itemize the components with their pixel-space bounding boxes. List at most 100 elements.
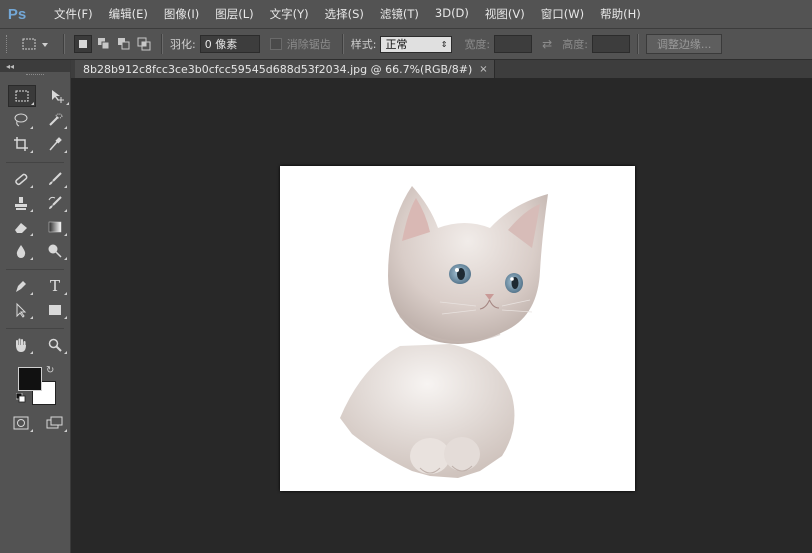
refine-edge-button[interactable]: 调整边缘... [645, 34, 723, 54]
hand-tool[interactable] [8, 335, 34, 355]
menu-bar: Ps 文件(F) 编辑(E) 图像(I) 图层(L) 文字(Y) 选择(S) 滤… [0, 0, 812, 29]
gradient-icon [48, 221, 62, 233]
intersect-selection-button[interactable] [136, 36, 152, 52]
ps-logo: Ps [7, 5, 27, 23]
menu-help[interactable]: 帮助(H) [592, 6, 649, 22]
blur-tool[interactable] [8, 241, 34, 261]
quick-mask-icon [13, 416, 29, 430]
new-selection-icon [79, 40, 87, 48]
new-selection-button[interactable] [74, 35, 92, 53]
document-tabbar: 8b28b912c8fcc3ce3b0cfcc59545d688d53f2034… [71, 60, 812, 78]
menu-image[interactable]: 图像(I) [156, 6, 207, 22]
menu-file[interactable]: 文件(F) [46, 6, 101, 22]
crop-tool[interactable] [8, 134, 34, 154]
divider [6, 322, 64, 329]
width-label: 宽度: [464, 38, 491, 51]
document-title: 8b28b912c8fcc3ce3b0cfcc59545d688d53f2034… [83, 62, 473, 76]
close-icon[interactable]: × [479, 64, 487, 75]
feather-input[interactable]: 0 像素 [199, 35, 260, 53]
menu-type[interactable]: 文字(Y) [262, 6, 317, 22]
swap-colors-icon[interactable]: ↻ [46, 365, 54, 376]
move-tool[interactable] [44, 86, 70, 106]
zoom-tool[interactable] [42, 335, 68, 355]
height-input[interactable] [591, 35, 630, 53]
options-grip[interactable] [6, 35, 10, 53]
toolbox: ◂◂ T ↻ [0, 60, 71, 553]
feather-label: 羽化: [170, 38, 196, 51]
antialias-checkbox[interactable] [269, 38, 282, 50]
intersect-selection-icon [137, 37, 151, 51]
path-selection-icon [16, 302, 27, 318]
width-input[interactable] [494, 35, 533, 53]
gradient-tool[interactable] [42, 217, 68, 237]
lasso-tool[interactable] [8, 110, 34, 130]
default-colors-icon[interactable] [16, 393, 26, 403]
type-tool[interactable]: T [42, 276, 68, 296]
menu-view[interactable]: 视图(V) [477, 6, 533, 22]
crop-icon [14, 137, 28, 151]
main-menu: 文件(F) 编辑(E) 图像(I) 图层(L) 文字(Y) 选择(S) 滤镜(T… [46, 6, 649, 22]
divider [63, 34, 65, 54]
dodge-icon [48, 244, 62, 258]
history-brush-icon [48, 196, 62, 209]
divider [341, 34, 344, 54]
add-selection-icon [98, 38, 110, 50]
menu-window[interactable]: 窗口(W) [533, 6, 592, 22]
rectangular-marquee-tool[interactable] [8, 85, 36, 107]
pen-icon [16, 281, 26, 292]
path-selection-tool[interactable] [8, 300, 34, 320]
swap-dimensions-icon[interactable]: ⇄ [542, 37, 552, 51]
stamp-icon [15, 197, 27, 210]
spot-healing-brush-tool[interactable] [8, 169, 34, 189]
document-canvas[interactable] [280, 166, 635, 491]
divider [161, 34, 163, 54]
screen-mode-button[interactable] [42, 413, 68, 433]
document-tab[interactable]: 8b28b912c8fcc3ce3b0cfcc59545d688d53f2034… [75, 60, 495, 78]
style-select[interactable]: 正常 ⇕ [380, 35, 453, 53]
workspace[interactable] [71, 78, 812, 553]
brush-tool[interactable] [42, 169, 68, 189]
divider [6, 263, 64, 270]
screen-mode-icon [46, 416, 63, 429]
rectangle-icon [49, 305, 61, 315]
style-value: 正常 [385, 38, 408, 51]
eyedropper-icon [49, 137, 62, 151]
marquee-icon [15, 90, 29, 102]
brush-icon [49, 172, 62, 185]
menu-layer[interactable]: 图层(L) [207, 6, 261, 22]
divider [636, 34, 639, 54]
antialias-label: 消除锯齿 [286, 38, 331, 51]
subtract-selection-button[interactable] [116, 36, 132, 52]
kitten-image [340, 186, 548, 478]
subtract-selection-icon [118, 38, 130, 50]
quick-selection-tool[interactable] [42, 110, 68, 130]
menu-3d[interactable]: 3D(D) [427, 6, 477, 22]
bandage-icon [15, 173, 28, 186]
rectangle-tool[interactable] [42, 300, 68, 320]
eraser-tool[interactable] [8, 217, 34, 237]
zoom-icon [48, 338, 62, 352]
quick-mask-button[interactable] [8, 413, 34, 433]
menu-filter[interactable]: 滤镜(T) [372, 6, 427, 22]
drop-icon [16, 245, 26, 258]
menu-select[interactable]: 选择(S) [317, 6, 372, 22]
style-label: 样式: [350, 38, 377, 51]
foreground-color-swatch[interactable] [18, 367, 42, 391]
dodge-tool[interactable] [42, 241, 68, 261]
type-icon: T [49, 277, 60, 295]
eyedropper-tool[interactable] [42, 134, 68, 154]
marquee-preset-icon [22, 38, 48, 50]
eraser-icon [15, 223, 27, 233]
clone-stamp-tool[interactable] [8, 193, 34, 213]
options-bar: 羽化: 0 像素 消除锯齿 样式: 正常 ⇕ 宽度: ⇄ 高度: 调整边缘... [0, 29, 812, 60]
history-brush-tool[interactable] [42, 193, 68, 213]
menu-edit[interactable]: 编辑(E) [101, 6, 156, 22]
toolbox-collapse[interactable]: ◂◂ [0, 60, 70, 72]
tool-preset-picker[interactable] [16, 33, 56, 55]
add-selection-button[interactable] [96, 36, 112, 52]
lasso-icon [14, 113, 28, 127]
pen-tool[interactable] [8, 276, 34, 296]
toolbox-grip[interactable] [26, 74, 44, 81]
move-icon [52, 90, 64, 103]
height-label: 高度: [562, 38, 588, 51]
